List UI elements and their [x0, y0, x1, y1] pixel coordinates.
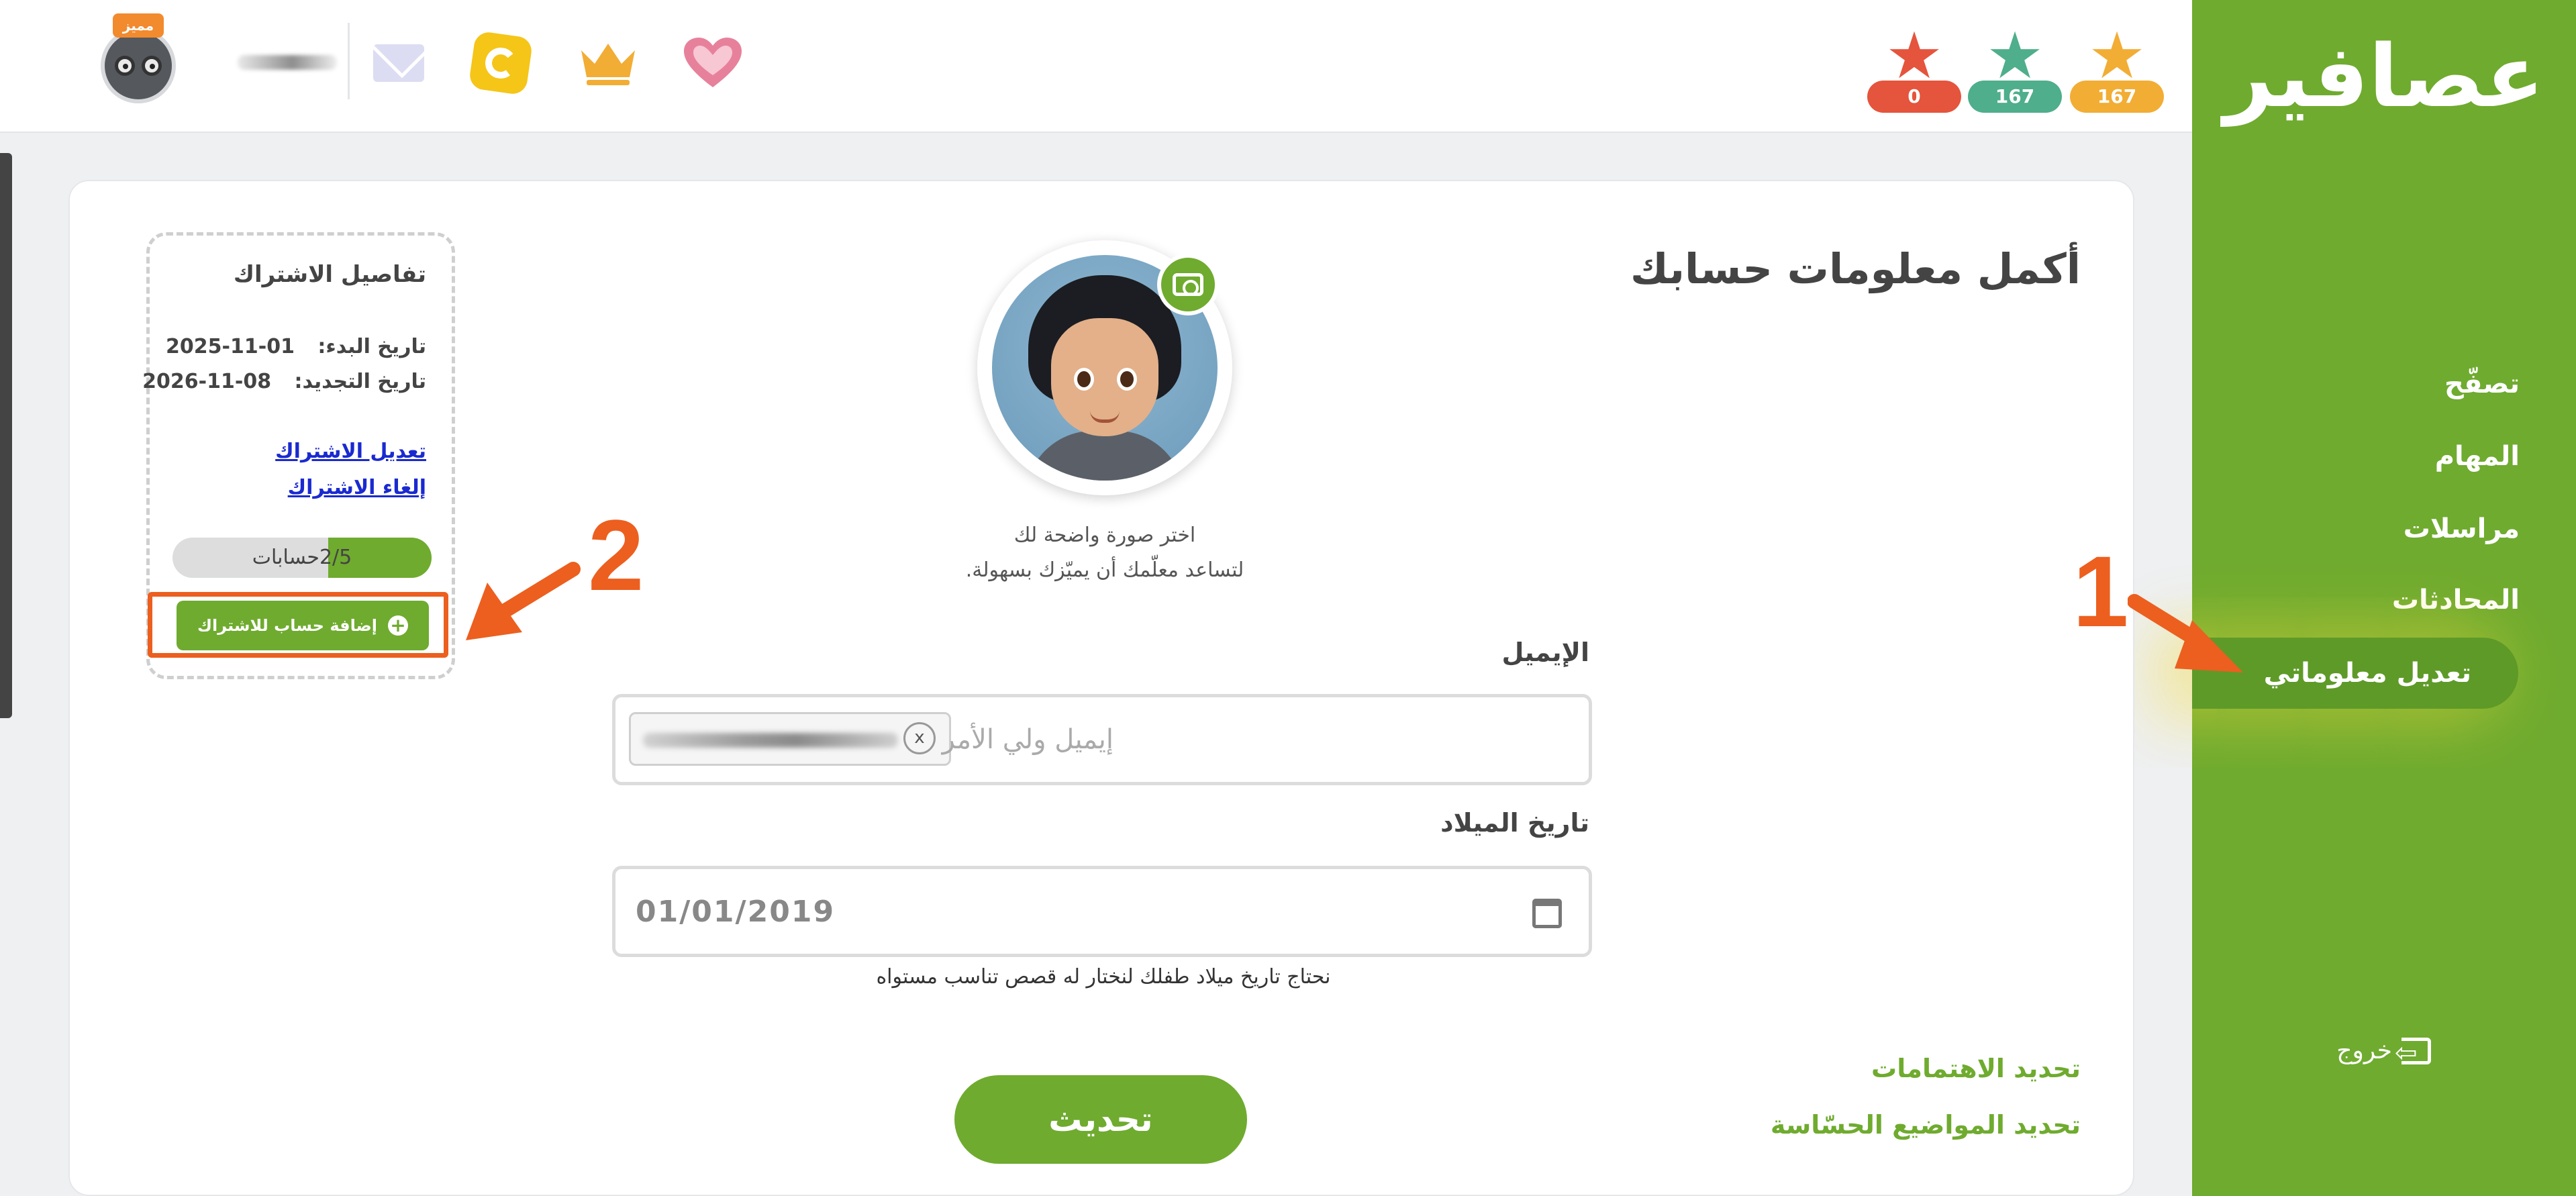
- sidebar-item-browse[interactable]: تصفّح: [2444, 365, 2520, 403]
- heart-icon[interactable]: [679, 30, 746, 97]
- birthdate-label: تاريخ الميلاد: [1440, 808, 1589, 838]
- user-avatar[interactable]: مميز: [98, 13, 179, 103]
- sidebar-item-label: تعديل معلوماتي: [2263, 658, 2471, 689]
- logout-button[interactable]: خروج: [2336, 1031, 2431, 1073]
- start-date-label: تاريخ البدء:: [317, 335, 426, 358]
- remove-email-button[interactable]: x: [903, 722, 936, 754]
- email-blurred: [643, 733, 898, 748]
- accounts-progress-label: 2/5حسابات: [252, 546, 352, 569]
- scrollbar[interactable]: [0, 153, 12, 718]
- start-date-row: تاريخ البدء: 2025-11-01: [166, 335, 426, 358]
- sidebar-item-messages[interactable]: مراسلات: [2404, 510, 2520, 548]
- photo-hint-2: لتساعد معلّمك أن يميّزك بسهولة.: [965, 558, 1244, 582]
- renew-date-label: تاريخ التجديد:: [294, 370, 426, 393]
- birthdate-value: 01/01/2019: [636, 895, 836, 929]
- app-logo[interactable]: عصافير: [2192, 20, 2576, 134]
- logout-icon: [2395, 1033, 2431, 1073]
- email-field[interactable]: x إيميل ولي الأمر: [612, 694, 1592, 785]
- annotation-number-1: 1: [2073, 535, 2129, 648]
- page-title: أكمل معلومات حسابك: [1630, 244, 2081, 293]
- email-chip: x: [629, 712, 951, 766]
- sensitive-topics-link[interactable]: تحديد المواضيع الحسّاسة: [1771, 1110, 2081, 1140]
- annotation-arrow-2-icon: [466, 562, 581, 640]
- renew-date-row: تاريخ التجديد: 2026-11-08: [142, 370, 426, 393]
- renew-date-value: 2026-11-08: [142, 370, 272, 393]
- envelope-icon[interactable]: [365, 30, 432, 97]
- star-counter-yellow: ★ 167: [2070, 19, 2164, 117]
- profile-card: أكمل معلومات حسابك اختر صورة واضحة لك لت…: [68, 180, 2134, 1196]
- star-counter-green: ★ 167: [1968, 19, 2062, 117]
- calendar-icon[interactable]: [1532, 899, 1562, 928]
- sidebar-item-tasks[interactable]: المهام: [2435, 438, 2520, 475]
- start-date-value: 2025-11-01: [166, 335, 295, 358]
- username-blurred: [238, 55, 337, 70]
- birthdate-help: نحتاج تاريخ ميلاد طفلك لنختار له قصص تنا…: [876, 965, 1331, 989]
- logout-label: خروج: [2336, 1037, 2392, 1064]
- crown-icon[interactable]: [575, 30, 642, 97]
- birthdate-field[interactable]: 01/01/2019: [612, 866, 1592, 957]
- email-placeholder: إيميل ولي الأمر: [942, 724, 1113, 755]
- camera-icon[interactable]: [1157, 254, 1219, 315]
- premium-badge: مميز: [113, 13, 164, 38]
- coin-icon[interactable]: [467, 30, 534, 97]
- annotation-number-2: 2: [588, 499, 644, 611]
- photo-hint: اختر صورة واضحة لك: [1013, 524, 1196, 547]
- update-button[interactable]: تحديث: [954, 1075, 1247, 1164]
- sidebar: عصافير تصفّح المهام مراسلات المحادثات تع…: [2192, 0, 2576, 1196]
- interests-link[interactable]: تحديد الاهتمامات: [1871, 1054, 2081, 1083]
- email-label: الإيميل: [1501, 638, 1590, 667]
- cancel-subscription-link[interactable]: إلغاء الاشتراك: [288, 476, 426, 499]
- divider: [348, 23, 350, 99]
- top-bar: مميز ★ 0 ★ 167 ★ 167: [0, 0, 2192, 133]
- star-counter-red: ★ 0: [1867, 19, 1961, 117]
- accounts-progress: 2/5حسابات: [172, 538, 432, 578]
- highlight-box: [148, 592, 448, 658]
- owl-avatar-icon: [101, 28, 176, 103]
- sidebar-item-conversations[interactable]: المحادثات: [2392, 581, 2520, 619]
- edit-subscription-link[interactable]: تعديل الاشتراك: [275, 440, 426, 463]
- subscription-title: تفاصيل الاشتراك: [233, 261, 426, 288]
- annotation-arrow-1-icon: [2128, 594, 2243, 672]
